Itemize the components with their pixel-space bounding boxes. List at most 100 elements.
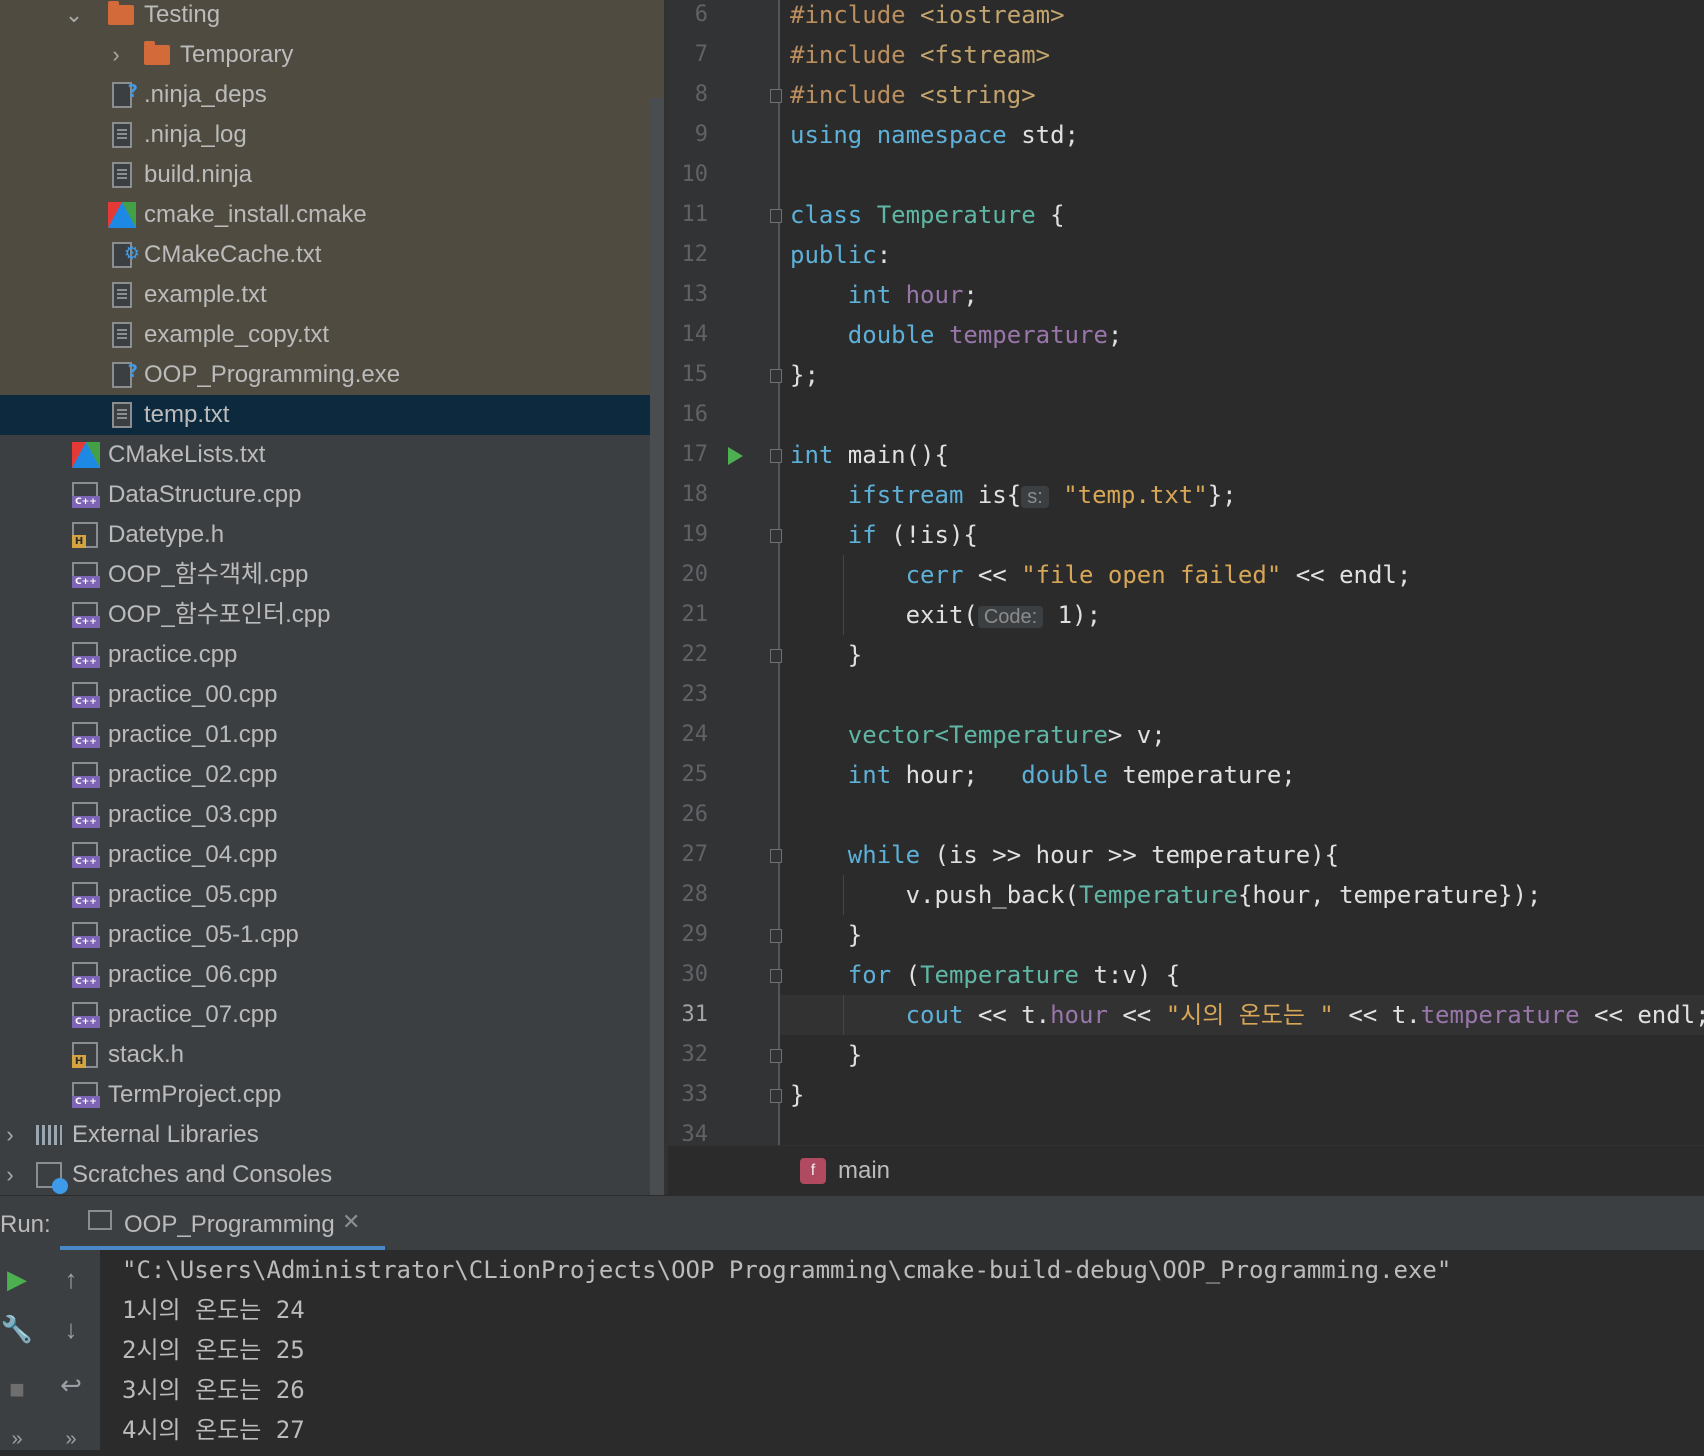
tree-item-label: TermProject.cpp: [108, 1081, 282, 1108]
tree-item-cmakelists[interactable]: CMakeLists.txt: [0, 435, 668, 475]
tree-item-practice-03[interactable]: practice_03.cpp: [0, 795, 668, 835]
fold-start-icon[interactable]: [770, 209, 782, 223]
line-number[interactable]: 19: [668, 515, 709, 555]
soft-wrap-icon[interactable]: ↩: [54, 1368, 88, 1402]
close-icon[interactable]: ✕: [342, 1196, 360, 1248]
breadcrumb-label[interactable]: main: [838, 1146, 890, 1195]
line-number[interactable]: 29: [668, 915, 709, 955]
tree-item-practice-01[interactable]: practice_01.cpp: [0, 715, 668, 755]
cpp-file-icon: [72, 482, 100, 508]
chevron-right-icon[interactable]: ›: [0, 1115, 20, 1155]
line-number[interactable]: 15: [668, 355, 709, 395]
run-tab-oop-programming[interactable]: OOP_Programming ✕: [60, 1196, 385, 1251]
tree-item-practice-02[interactable]: practice_02.cpp: [0, 755, 668, 795]
fold-end-icon[interactable]: [770, 1049, 782, 1063]
line-number[interactable]: 32: [668, 1035, 709, 1075]
more-icon[interactable]: »: [54, 1422, 88, 1456]
header-file-icon: [72, 1042, 98, 1068]
tree-item-practice[interactable]: practice.cpp: [0, 635, 668, 675]
tree-item-build-ninja[interactable]: build.ninja: [0, 155, 668, 195]
line-number[interactable]: 16: [668, 395, 709, 435]
line-number[interactable]: 6: [668, 0, 708, 35]
tree-item-stack-h[interactable]: stack.h: [0, 1035, 668, 1075]
tree-scrollbar[interactable]: [650, 98, 664, 1195]
fold-start-icon[interactable]: [770, 529, 782, 543]
console-icon: [88, 1210, 112, 1230]
tree-item-cmakecache[interactable]: CMakeCache.txt: [0, 234, 668, 275]
fold-end-icon[interactable]: [770, 1089, 782, 1103]
tree-item-external-libraries[interactable]: › External Libraries: [0, 1115, 668, 1155]
fold-start-icon[interactable]: [770, 449, 782, 463]
tree-item-example[interactable]: example.txt: [0, 275, 668, 315]
arrow-down-icon[interactable]: ↓: [54, 1312, 88, 1346]
tree-item-practice-00[interactable]: practice_00.cpp: [0, 675, 668, 715]
line-number[interactable]: 17: [668, 435, 709, 475]
arrow-up-icon[interactable]: ↑: [54, 1262, 88, 1296]
tree-item-cmake-install[interactable]: cmake_install.cmake: [0, 195, 668, 235]
tree-item-temp-txt[interactable]: temp.txt: [0, 395, 668, 435]
fold-start-icon[interactable]: [770, 969, 782, 983]
line-number[interactable]: 31: [668, 995, 709, 1035]
run-console-output[interactable]: "C:\Users\Administrator\CLionProjects\OO…: [100, 1250, 1704, 1450]
line-number[interactable]: 11: [668, 195, 709, 235]
line-number[interactable]: 8: [668, 75, 708, 115]
editor-breadcrumb[interactable]: f main: [668, 1145, 1704, 1195]
line-number[interactable]: 18: [668, 475, 709, 515]
tree-item-oop-funcptr[interactable]: OOP_함수포인터.cpp: [0, 595, 668, 635]
tree-item-practice-06[interactable]: practice_06.cpp: [0, 955, 668, 995]
line-number[interactable]: 34: [668, 1115, 709, 1155]
more-icon[interactable]: »: [0, 1422, 34, 1456]
line-number[interactable]: 33: [668, 1075, 709, 1115]
code-line-30: for (Temperature t:v) {: [790, 961, 1181, 989]
stop-icon[interactable]: ■: [0, 1372, 34, 1406]
line-number[interactable]: 27: [668, 835, 709, 875]
line-number[interactable]: 12: [668, 235, 709, 275]
tree-item-termproject[interactable]: TermProject.cpp: [0, 1075, 668, 1115]
tree-item-datetype[interactable]: Datetype.h: [0, 515, 668, 555]
tree-item-practice-05[interactable]: practice_05.cpp: [0, 875, 668, 915]
line-number[interactable]: 28: [668, 875, 709, 915]
tree-item-ninja-deps[interactable]: .ninja_deps: [0, 72, 668, 115]
line-number[interactable]: 7: [668, 35, 708, 75]
wrench-icon[interactable]: 🔧: [0, 1312, 34, 1346]
text-file-icon: [112, 162, 132, 188]
line-number[interactable]: 25: [668, 755, 709, 795]
tree-item-oop-functor[interactable]: OOP_함수객체.cpp: [0, 555, 668, 595]
fold-start-icon[interactable]: [770, 849, 782, 863]
fold-end-icon[interactable]: [770, 649, 782, 663]
tree-item-label: practice_01.cpp: [108, 721, 278, 748]
chevron-right-icon[interactable]: ›: [0, 1155, 20, 1195]
line-number[interactable]: 14: [668, 315, 709, 355]
tree-item-label: .ninja_log: [144, 121, 247, 148]
line-number[interactable]: 20: [668, 555, 709, 595]
tree-item-practice-07[interactable]: practice_07.cpp: [0, 995, 668, 1035]
line-number[interactable]: 30: [668, 955, 709, 995]
tree-item-oop-exe[interactable]: OOP_Programming.exe: [0, 352, 668, 395]
rerun-icon[interactable]: ▶: [0, 1262, 34, 1296]
line-number[interactable]: 26: [668, 795, 709, 835]
chevron-right-icon[interactable]: ›: [106, 35, 126, 75]
chevron-down-icon[interactable]: ⌄: [64, 0, 84, 35]
cpp-file-icon: [72, 922, 100, 948]
line-number[interactable]: 10: [668, 155, 709, 195]
fold-end-icon[interactable]: [770, 89, 782, 103]
line-number[interactable]: 22: [668, 635, 709, 675]
tree-item-example-copy[interactable]: example_copy.txt: [0, 315, 668, 355]
code-editor[interactable]: #include <iostream> #include <fstream> #…: [668, 0, 1704, 1195]
tree-item-practice-05-1[interactable]: practice_05-1.cpp: [0, 915, 668, 955]
tree-item-ninja-log[interactable]: .ninja_log: [0, 115, 668, 155]
tree-item-practice-04[interactable]: practice_04.cpp: [0, 835, 668, 875]
tree-item-label: practice_03.cpp: [108, 801, 278, 828]
tree-item-scratches[interactable]: › Scratches and Consoles: [0, 1155, 668, 1195]
line-number[interactable]: 24: [668, 715, 709, 755]
line-number[interactable]: 9: [668, 115, 708, 155]
fold-end-icon[interactable]: [770, 369, 782, 383]
fold-end-icon[interactable]: [770, 929, 782, 943]
line-number[interactable]: 21: [668, 595, 709, 635]
tree-item-testing[interactable]: ⌄ Testing: [0, 0, 668, 35]
tree-item-datastructure[interactable]: DataStructure.cpp: [0, 475, 668, 515]
tree-item-temporary[interactable]: › Temporary: [0, 35, 668, 75]
line-number[interactable]: 23: [668, 675, 709, 715]
run-gutter-icon[interactable]: [728, 447, 743, 465]
line-number[interactable]: 13: [668, 275, 709, 315]
